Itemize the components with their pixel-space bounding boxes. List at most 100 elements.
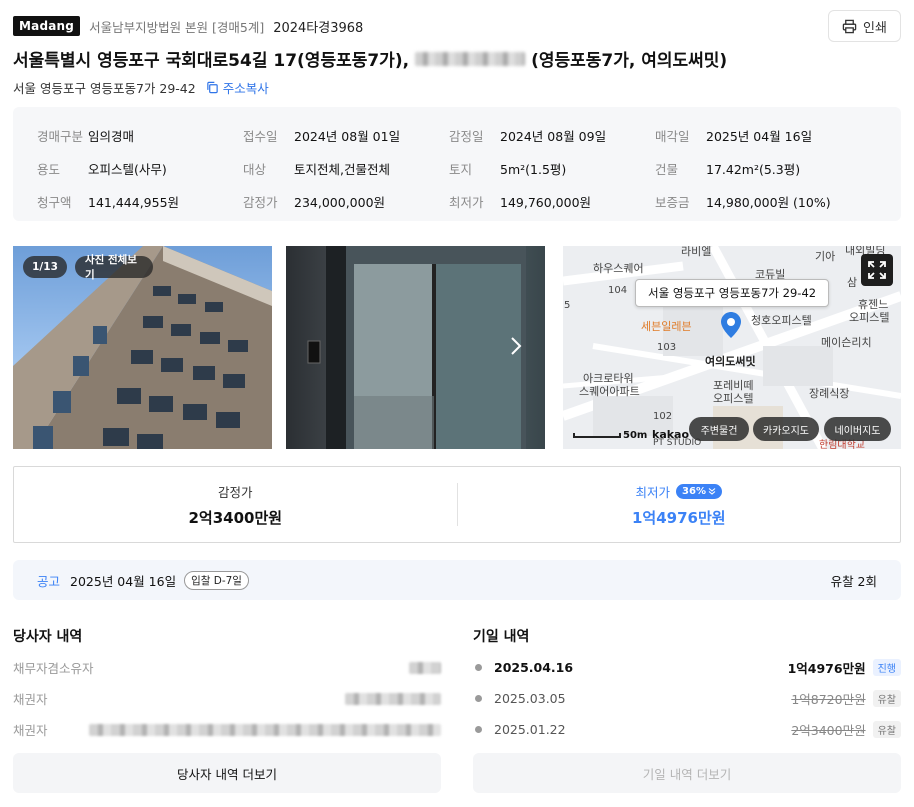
history-dot <box>475 664 482 671</box>
copy-icon <box>206 81 218 94</box>
map-label: 라비엘 <box>681 246 712 258</box>
view-all-photos-button[interactable]: 사진 전체보기 <box>75 254 153 281</box>
copy-address-button[interactable]: 주소복사 <box>206 78 269 97</box>
lot-address: 서울 영등포구 영등포동7가 29-42 <box>13 81 196 96</box>
party-row: 채무자겸소유자 <box>13 652 441 683</box>
photo-counter: 1/13 <box>23 256 67 278</box>
history-price: 2억3400만원 <box>791 723 866 738</box>
lot-address-row: 서울 영등포구 영등포동7가 29-42 주소복사 <box>13 78 901 97</box>
copy-label: 주소복사 <box>222 81 269 96</box>
info-value: 2025년 04월 16일 <box>706 129 813 144</box>
info-row: 청구액 141,444,955원 감정가 234,000,000원 최저가 149,760… <box>37 185 901 218</box>
kakao-logo: kakao <box>652 428 690 441</box>
notice-label: 공고 <box>37 573 61 589</box>
redacted-name <box>345 692 441 705</box>
kakao-map-button[interactable]: 카카오지도 <box>753 417 819 441</box>
map-label: 102 <box>653 411 673 422</box>
info-value: 5m²(1.5평) <box>500 162 567 177</box>
map-label: 하우스퀘어 <box>593 262 644 275</box>
auction-info-grid: 경매구분 임의경매 접수일 2024년 08월 01일 감정일 2024년 08월 09일… <box>13 107 901 221</box>
page-header: Madang 서울남부지방법원 본원 [경매5계] 2024타경3968 인쇄 … <box>13 10 901 96</box>
info-key: 토지 <box>449 162 473 177</box>
info-value: 2024년 08월 01일 <box>294 129 401 144</box>
info-key: 보증금 <box>655 195 690 210</box>
party-row: 채권자 <box>13 714 441 745</box>
location-pin-icon <box>721 312 741 338</box>
info-key: 매각일 <box>655 129 690 144</box>
party-role: 채권자 <box>13 692 48 707</box>
history-dot <box>475 726 482 733</box>
history-date: 2025.03.05 <box>494 691 566 706</box>
party-role: 채권자 <box>13 723 48 738</box>
building-photo[interactable]: 1/13 사진 전체보기 <box>13 246 272 449</box>
info-value: 149,760,000원 <box>500 195 592 210</box>
info-value: 임의경매 <box>88 129 135 144</box>
redacted-unit <box>415 51 526 66</box>
map-label: 장례식장 <box>809 387 850 400</box>
status-badge: 진행 <box>872 659 901 676</box>
media-gallery: 1/13 사진 전체보기 라비엘 하우스퀘어 기아 내외빌딩 104 5 코듀빌… <box>13 246 901 449</box>
map-label: 여의도써밋 <box>705 355 756 368</box>
info-value: 14,980,000원 (10%) <box>706 195 831 210</box>
parties-more-button[interactable]: 당사자 내역 더보기 <box>13 753 441 793</box>
map-scale-bar <box>573 433 621 438</box>
title-suffix: (영등포동7가, 여의도써밋) <box>531 51 728 71</box>
fullscreen-map-button[interactable] <box>861 254 893 286</box>
info-key: 건물 <box>655 162 679 177</box>
info-row: 경매구분 임의경매 접수일 2024년 08월 01일 감정일 2024년 08월 09일… <box>37 119 901 152</box>
map-label: 청호오피스텔 <box>751 314 812 327</box>
page-title: 서울특별시 영등포구 국회대로54길 17(영등포동7가), (영등포동7가, … <box>13 46 901 71</box>
info-value: 17.42m²(5.3평) <box>706 162 801 177</box>
minimum-percent-badge: 36% <box>676 483 722 499</box>
history-more-button[interactable]: 기일 내역 더보기 <box>473 753 901 793</box>
parties-section: 당사자 내역 채무자겸소유자 채권자 채권자 당사자 내역 더보기 <box>13 626 441 793</box>
info-cell: 토지 5m²(1.5평) <box>449 159 655 178</box>
parties-title: 당사자 내역 <box>13 629 83 645</box>
info-cell: 보증금 14,980,000원 (10%) <box>655 192 861 211</box>
map-label: 5 <box>564 300 571 311</box>
info-key: 접수일 <box>243 129 278 144</box>
nearby-items-button[interactable]: 주변물건 <box>689 417 749 441</box>
history-row: 2025.03.05 1억8720만원 유찰 <box>473 683 901 714</box>
info-key: 감정가 <box>243 195 278 210</box>
history-row: 2025.04.16 1억4976만원 진행 <box>473 652 901 683</box>
next-photo-arrow-icon[interactable] <box>503 334 527 358</box>
info-cell: 접수일 2024년 08월 01일 <box>243 126 449 145</box>
print-label: 인쇄 <box>863 20 887 36</box>
map-label: 103 <box>657 342 677 353</box>
history-row: 2025.01.22 2억3400만원 유찰 <box>473 714 901 745</box>
map-address-tooltip: 서울 영등포구 영등포동7가 29-42 <box>635 279 830 307</box>
history-dot <box>475 695 482 702</box>
info-value: 234,000,000원 <box>294 195 386 210</box>
auction-notice-bar: 공고 2025년 04월 16일 입찰 D-7일 유찰 2회 <box>13 560 901 600</box>
map-label: 메이슨리치 <box>821 336 872 349</box>
dday-badge: 입찰 D-7일 <box>184 570 249 590</box>
info-cell: 매각일 2025년 04월 16일 <box>655 126 861 145</box>
minimum-percent: 36% <box>682 485 706 497</box>
redacted-name <box>409 661 441 674</box>
info-value: 2024년 08월 09일 <box>500 129 607 144</box>
print-button[interactable]: 인쇄 <box>828 10 901 42</box>
history-title: 기일 내역 <box>473 629 530 645</box>
notice-date: 2025년 04월 16일 <box>70 573 177 589</box>
location-map[interactable]: 라비엘 하우스퀘어 기아 내외빌딩 104 5 코듀빌 삼 청호오피스텔 휴젠느… <box>563 246 901 449</box>
info-key: 감정일 <box>449 129 484 144</box>
info-cell: 건물 17.42m²(5.3평) <box>655 159 861 178</box>
map-label: 오피스텔 <box>713 392 754 405</box>
map-label: 스퀘어아파트 <box>579 385 640 398</box>
party-role: 채무자겸소유자 <box>13 661 94 676</box>
history-list: 2025.04.16 1억4976만원 진행 2025.03.05 1억8720… <box>473 652 901 745</box>
minimum-price: 최저가 36% 1억4976만원 <box>458 467 901 542</box>
info-cell: 경매구분 임의경매 <box>37 126 243 145</box>
entrance-photo[interactable] <box>286 246 545 449</box>
info-value: 141,444,955원 <box>88 195 180 210</box>
map-label: 104 <box>608 285 628 296</box>
naver-map-button[interactable]: 네이버지도 <box>824 417 891 441</box>
court-name: 서울남부지방법원 본원 [경매5계] <box>89 19 265 35</box>
redacted-name <box>89 723 441 736</box>
info-key: 대상 <box>243 162 267 177</box>
history-price: 1억8720만원 <box>791 692 866 707</box>
info-key: 최저가 <box>449 195 484 210</box>
case-meta-row: Madang 서울남부지방법원 본원 [경매5계] 2024타경3968 <box>13 10 901 42</box>
status-badge: 유찰 <box>872 721 901 738</box>
